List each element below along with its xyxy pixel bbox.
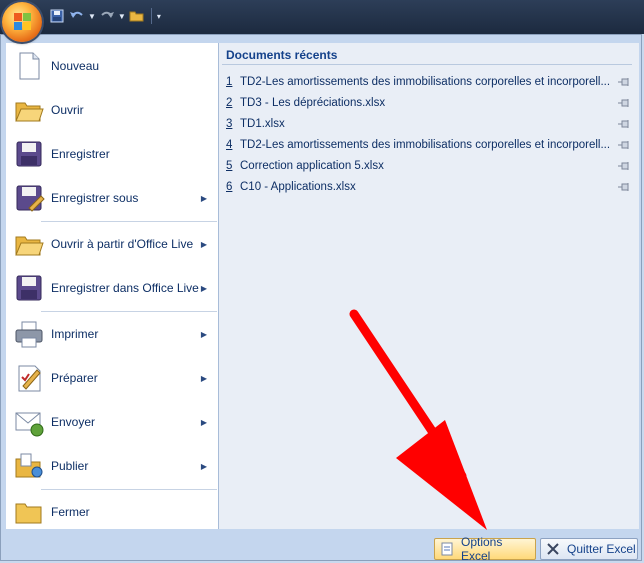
menu-item-new[interactable]: Nouveau bbox=[5, 44, 217, 88]
quick-access-toolbar: ▼ ▼ ▾ bbox=[48, 5, 161, 27]
open-office-live-icon bbox=[15, 236, 44, 256]
recent-doc-item[interactable]: 3 TD1.xlsx bbox=[226, 114, 636, 134]
menu-item-label: Ouvrir bbox=[51, 103, 84, 117]
pin-icon[interactable] bbox=[618, 139, 632, 151]
redo-dropdown-icon[interactable]: ▼ bbox=[118, 12, 126, 21]
submenu-arrow-icon: ▶ bbox=[200, 239, 207, 249]
submenu-arrow-icon: ▶ bbox=[200, 417, 207, 427]
recent-doc-number: 6 bbox=[226, 181, 233, 193]
office-logo-icon bbox=[14, 13, 31, 30]
menu-item-label: Préparer bbox=[51, 371, 98, 385]
qat-redo-icon[interactable] bbox=[98, 7, 116, 25]
menu-item-label: Enregistrer dans Office Live bbox=[51, 281, 199, 295]
menu-item-label: Fermer bbox=[51, 505, 90, 519]
save-office-live-icon bbox=[16, 275, 42, 301]
options-icon bbox=[439, 541, 455, 557]
recent-doc-number: 2 bbox=[226, 97, 233, 109]
menu-item-label: Enregistrer sous bbox=[51, 191, 139, 205]
recent-doc-item[interactable]: 2 TD3 - Les dépréciations.xlsx bbox=[226, 93, 636, 113]
submenu-arrow-icon: ▶ bbox=[200, 193, 207, 203]
menu-item-open-office-live[interactable]: Ouvrir à partir d'Office Live ▶ bbox=[5, 222, 217, 266]
recent-doc-name: TD3 - Les dépréciations.xlsx bbox=[240, 97, 386, 109]
recent-doc-number: 4 bbox=[226, 139, 233, 151]
recent-doc-name: Correction application 5.xlsx bbox=[240, 160, 384, 172]
close-icon bbox=[545, 541, 561, 557]
menu-item-publish[interactable]: Publier ▶ bbox=[5, 444, 217, 488]
excel-options-button[interactable]: Options Excel bbox=[434, 535, 536, 563]
menu-item-save-office-live[interactable]: Enregistrer dans Office Live ▶ bbox=[5, 266, 217, 310]
recent-doc-name: TD1.xlsx bbox=[240, 118, 285, 130]
recent-doc-name: TD2-Les amortissements des immobilisatio… bbox=[240, 139, 610, 151]
save-as-icon bbox=[16, 185, 45, 212]
menu-item-close[interactable]: Fermer bbox=[5, 490, 217, 534]
recent-doc-number: 3 bbox=[226, 118, 233, 130]
menu-item-send[interactable]: Envoyer ▶ bbox=[5, 400, 217, 444]
excel-options-label: Options Excel bbox=[460, 535, 503, 563]
office-button[interactable] bbox=[2, 2, 42, 42]
pin-icon[interactable] bbox=[618, 181, 632, 193]
submenu-arrow-icon: ▶ bbox=[200, 461, 207, 471]
menu-item-label: Nouveau bbox=[51, 59, 100, 73]
qat-save-icon[interactable] bbox=[48, 7, 66, 25]
recent-doc-item[interactable]: 6 C10 - Applications.xlsx bbox=[226, 177, 636, 197]
pin-icon[interactable] bbox=[618, 76, 632, 88]
recent-documents-title: Documents récents bbox=[226, 48, 338, 62]
submenu-arrow-icon: ▶ bbox=[200, 329, 207, 339]
recent-doc-number: 1 bbox=[226, 76, 233, 88]
open-folder-icon bbox=[15, 102, 44, 122]
menu-item-label: Enregistrer bbox=[51, 147, 110, 161]
recent-doc-item[interactable]: 4 TD2-Les amortissements des immobilisat… bbox=[226, 135, 636, 155]
undo-dropdown-icon[interactable]: ▼ bbox=[88, 12, 96, 21]
menu-item-label: Ouvrir à partir d'Office Live bbox=[51, 237, 194, 251]
submenu-arrow-icon: ▶ bbox=[200, 283, 207, 293]
recent-documents-divider bbox=[222, 64, 632, 65]
qat-undo-icon[interactable] bbox=[68, 7, 86, 25]
menu-item-save[interactable]: Enregistrer bbox=[5, 132, 217, 176]
quit-excel-button[interactable]: Quitter Excel bbox=[540, 538, 638, 560]
menu-item-prepare[interactable]: Préparer ▶ bbox=[5, 356, 217, 400]
quit-excel-label: Quitter Excel bbox=[567, 542, 636, 556]
recent-doc-name: C10 - Applications.xlsx bbox=[240, 181, 356, 193]
title-bar: ▼ ▼ ▾ bbox=[0, 0, 644, 34]
qat-separator bbox=[150, 8, 152, 24]
menu-item-label: Imprimer bbox=[51, 327, 99, 341]
menu-item-label: Envoyer bbox=[51, 415, 96, 429]
pin-icon[interactable] bbox=[618, 118, 632, 130]
recent-doc-item[interactable]: 5 Correction application 5.xlsx bbox=[226, 156, 636, 176]
menu-item-label: Publier bbox=[51, 459, 89, 473]
save-icon bbox=[16, 141, 42, 167]
menu-item-open[interactable]: Ouvrir bbox=[5, 88, 217, 132]
send-icon bbox=[15, 412, 44, 437]
recent-doc-name: TD2-Les amortissements des immobilisatio… bbox=[240, 76, 610, 88]
qat-open-icon[interactable] bbox=[128, 7, 146, 25]
customize-qat-icon[interactable]: ▾ bbox=[157, 12, 161, 21]
close-folder-icon bbox=[15, 503, 42, 524]
new-document-icon bbox=[19, 52, 40, 80]
prepare-icon bbox=[18, 365, 41, 392]
recent-doc-item[interactable]: 1 TD2-Les amortissements des immobilisat… bbox=[226, 72, 636, 92]
print-icon bbox=[15, 321, 43, 348]
recent-doc-number: 5 bbox=[226, 160, 233, 172]
pin-icon[interactable] bbox=[618, 97, 632, 109]
submenu-arrow-icon: ▶ bbox=[200, 373, 207, 383]
publish-icon bbox=[15, 453, 43, 478]
menu-item-save-as[interactable]: Enregistrer sous ▶ bbox=[5, 176, 217, 220]
pin-icon[interactable] bbox=[618, 160, 632, 172]
menu-item-print[interactable]: Imprimer ▶ bbox=[5, 312, 217, 356]
